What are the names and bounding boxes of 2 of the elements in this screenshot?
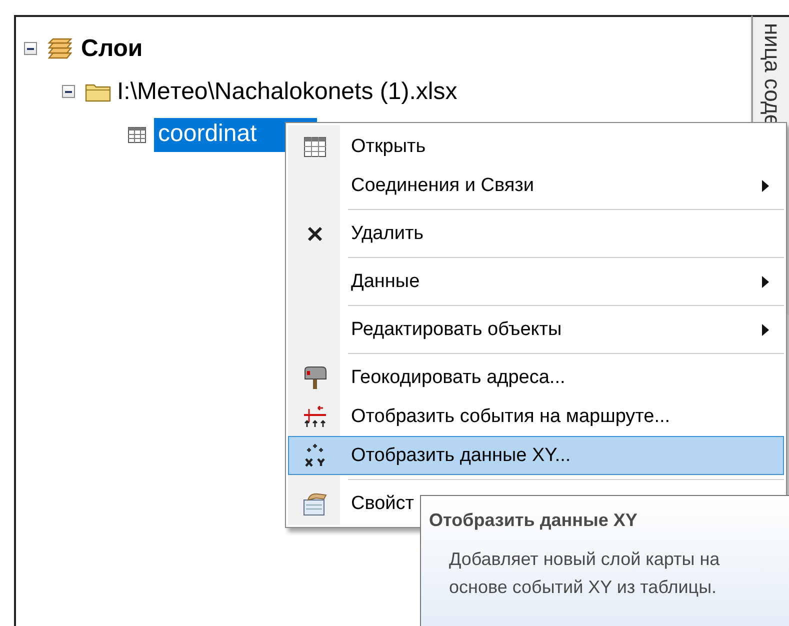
tooltip-text: Добавляет новый слой карты на основе событий XY из таблицы. <box>448 548 721 599</box>
tooltip-title: Отобразить данные XY <box>429 510 638 531</box>
